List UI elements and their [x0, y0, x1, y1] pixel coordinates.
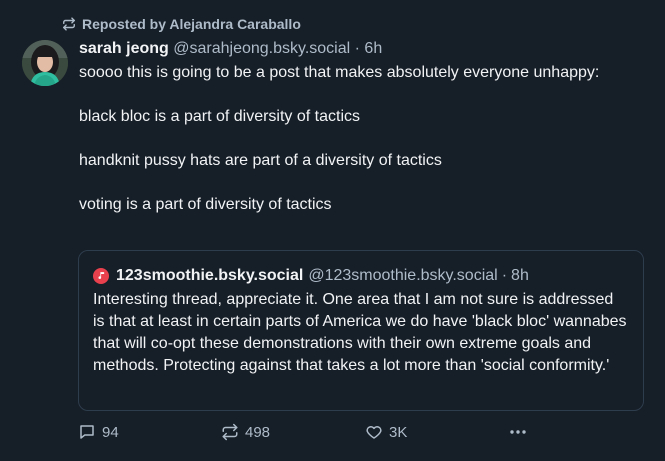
quoted-post[interactable]: 123smoothie.bsky.social @123smoothie.bsk… — [78, 250, 644, 411]
separator: · — [501, 267, 508, 284]
post-paragraph: soooo this is going to be a post that ma… — [79, 64, 600, 81]
more-options-button[interactable] — [508, 423, 528, 441]
quote-author-name[interactable]: 123smoothie.bsky.social — [116, 265, 303, 287]
reply-count: 94 — [102, 423, 119, 441]
author-avatar[interactable] — [22, 40, 68, 86]
music-note-icon — [97, 265, 106, 287]
reply-button[interactable]: 94 — [78, 423, 119, 441]
repost-icon — [62, 17, 76, 31]
post-paragraph: voting is a part of diversity of tactics — [79, 196, 332, 213]
heart-icon — [365, 423, 383, 441]
post-paragraph: black bloc is a part of diversity of tac… — [79, 108, 360, 125]
quote-avatar[interactable] — [93, 268, 109, 284]
quote-timestamp[interactable]: 8h — [511, 265, 529, 287]
post-actions: 94 498 3K — [78, 423, 558, 445]
quote-author-handle[interactable]: @123smoothie.bsky.social — [308, 265, 497, 287]
post-content: sarah jeong @sarahjeong.bsky.social · 6h… — [79, 38, 647, 216]
quote-text: Interesting thread, appreciate it. One a… — [93, 291, 627, 374]
repost-icon — [221, 423, 239, 441]
repost-label: Reposted by Alejandra Caraballo — [82, 16, 301, 32]
repost-button[interactable]: 498 — [221, 423, 270, 441]
post-text: soooo this is going to be a post that ma… — [79, 62, 647, 216]
feed-post[interactable]: Reposted by Alejandra Caraballo sarah je… — [0, 0, 665, 461]
repost-indicator[interactable]: Reposted by Alejandra Caraballo — [62, 16, 301, 32]
repost-count: 498 — [245, 423, 271, 441]
reply-icon — [78, 423, 96, 441]
author-name[interactable]: sarah jeong — [79, 40, 169, 57]
like-count: 3K — [389, 423, 408, 441]
author-handle[interactable]: @sarahjeong.bsky.social — [173, 40, 350, 57]
author-line: sarah jeong @sarahjeong.bsky.social · 6h — [79, 38, 647, 60]
quote-author-line: 123smoothie.bsky.social @123smoothie.bsk… — [93, 265, 629, 287]
ellipsis-icon — [508, 423, 528, 441]
post-timestamp[interactable]: 6h — [364, 40, 382, 57]
separator: · — [354, 40, 360, 57]
post-paragraph: handknit pussy hats are part of a divers… — [79, 152, 442, 169]
like-button[interactable]: 3K — [365, 423, 407, 441]
